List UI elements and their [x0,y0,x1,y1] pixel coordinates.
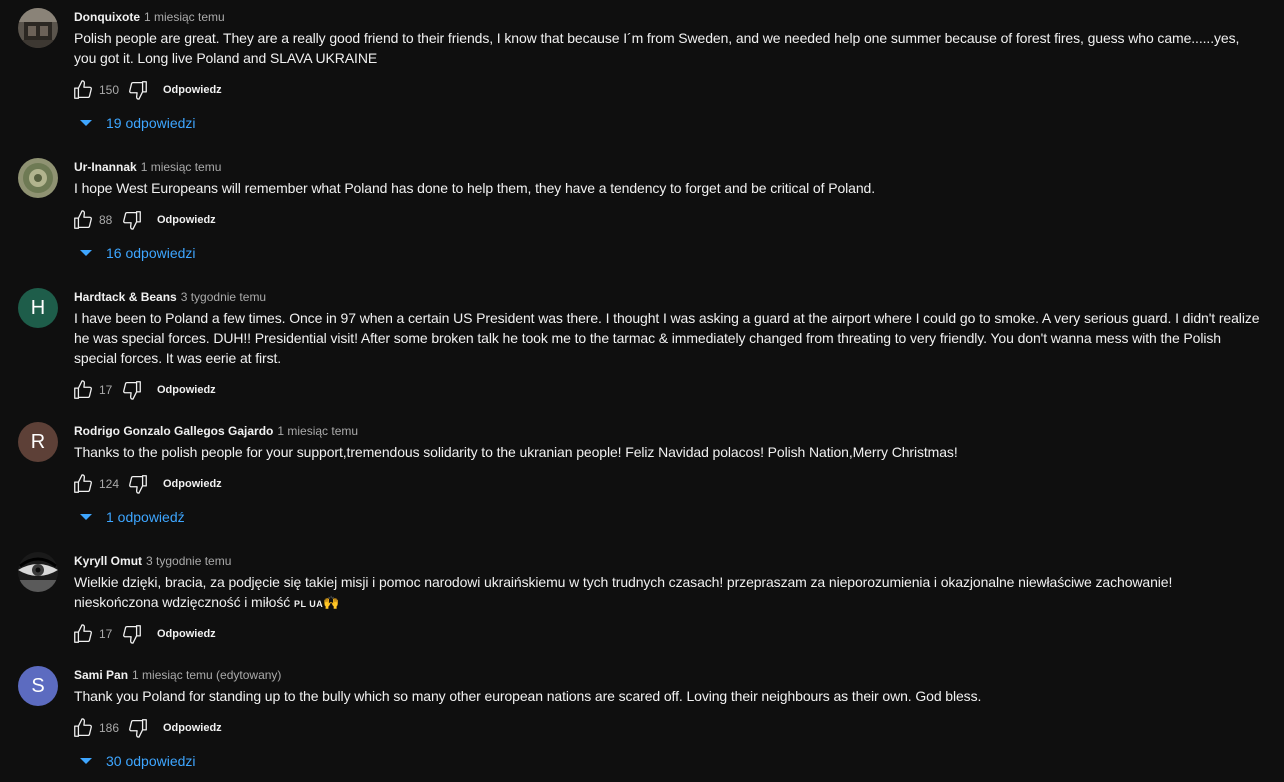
comment-text: Thanks to the polish people for your sup… [74,444,958,460]
comment-text: I hope West Europeans will remember what… [74,180,875,196]
avatar[interactable] [18,158,58,198]
view-replies-button[interactable]: 30 odpowiedzi [78,750,196,772]
thumbs-up-icon [74,474,92,493]
thumbs-up-icon [74,80,92,99]
replies-count: 19 odpowiedzi [106,115,196,131]
comment-time[interactable]: 3 tygodnie temu [146,554,231,568]
like-count: 17 [99,383,113,397]
comment-author[interactable]: Hardtack & Beans [74,290,177,304]
raised-hands-emoji: 🙌 [323,595,340,610]
comment-text: Wielkie dzięki, bracia, za podjęcie się … [74,572,1260,614]
like-count: 150 [99,83,120,97]
comment-actions: 17 Odpowiedz [72,378,216,402]
avatar[interactable] [18,552,58,592]
avatar[interactable]: H [18,288,58,328]
avatar[interactable]: S [18,666,58,706]
view-replies-button[interactable]: 19 odpowiedzi [78,112,196,134]
comment-body: Ur-Inannak 1 miesiąc temu I hope West Eur… [74,158,1260,198]
comment-body: Rodrigo Gonzalo Gallegos Gajardo 1 miesią… [74,422,1260,462]
avatar-letter: S [31,674,45,697]
thumbs-down-icon [129,475,147,494]
comments-section: Donquixote 1 miesiąc temu Polish people a… [0,0,1284,782]
caret-down-icon [80,120,92,126]
comment-actions: 186 Odpowiedz [72,716,222,740]
avatar-letter: R [30,430,46,453]
comment-author[interactable]: Kyryll Omut [74,554,142,568]
comment-text: I have been to Poland a few times. Once … [74,310,1260,366]
reply-button[interactable]: Odpowiedz [157,384,216,396]
comment-time[interactable]: 1 miesiąc temu [144,10,225,24]
like-count: 17 [99,627,113,641]
comment-time[interactable]: 3 tygodnie temu [181,290,266,304]
comment-actions: 124 Odpowiedz [72,472,222,496]
caret-down-icon [80,250,92,256]
thumbs-down-icon [129,719,147,738]
thumbs-down-icon [129,81,147,100]
like-count: 186 [99,721,120,735]
dislike-button[interactable] [121,623,143,645]
ur-inannak-avatar-image [18,158,58,198]
like-button[interactable] [72,379,94,401]
comment-body: Donquixote 1 miesiąc temu Polish people a… [74,8,1260,68]
comment-text: Thank you Poland for standing up to the … [74,688,982,704]
comment-actions: 17 Odpowiedz [72,622,216,646]
view-replies-button[interactable]: 1 odpowiedź [78,506,185,528]
replies-count: 16 odpowiedzi [106,245,196,261]
replies-count: 30 odpowiedzi [106,753,196,769]
like-count: 124 [99,477,120,491]
view-replies-button[interactable]: 16 odpowiedzi [78,242,196,264]
avatar-letter: H [30,296,46,319]
dislike-button[interactable] [127,473,149,495]
comment-author[interactable]: Ur-Inannak [74,160,137,174]
comment-text-content: Wielkie dzięki, bracia, za podjęcie się … [74,574,1173,610]
like-button[interactable] [72,79,94,101]
avatar[interactable]: R [18,422,58,462]
dislike-button[interactable] [127,717,149,739]
caret-down-icon [80,758,92,764]
like-button[interactable] [72,623,94,645]
thumbs-up-icon [74,380,92,399]
reply-button[interactable]: Odpowiedz [163,478,222,490]
like-button[interactable] [72,717,94,739]
thumbs-down-icon [123,625,141,644]
comment-body: Hardtack & Beans 3 tygodnie temu I have b… [74,288,1260,368]
dislike-button[interactable] [127,79,149,101]
comment-actions: 150 Odpowiedz [72,78,222,102]
comment-author[interactable]: Sami Pan [74,668,128,682]
comment-author[interactable]: Donquixote [74,10,140,24]
caret-down-icon [80,514,92,520]
comment-time[interactable]: 1 miesiąc temu [141,160,222,174]
comment-body: Sami Pan 1 miesiąc temu (edytowany) Thank… [74,666,1260,706]
reply-button[interactable]: Odpowiedz [157,214,216,226]
comment-time[interactable]: 1 miesiąc temu [277,424,358,438]
reply-button[interactable]: Odpowiedz [163,84,222,96]
thumbs-up-icon [74,624,92,643]
thumbs-up-icon [74,210,92,229]
comment-time[interactable]: 1 miesiąc temu (edytowany) [132,668,281,682]
like-button[interactable] [72,209,94,231]
thumbs-down-icon [123,211,141,230]
comment-actions: 88 Odpowiedz [72,208,216,232]
flag-emojis: PL UA [293,599,324,609]
like-count: 88 [99,213,113,227]
kyryll-omut-avatar-image [18,552,58,592]
dislike-button[interactable] [121,379,143,401]
dislike-button[interactable] [121,209,143,231]
thumbs-up-icon [74,718,92,737]
comment-body: Kyryll Omut 3 tygodnie temu Wielkie dzięk… [74,552,1260,614]
comment-text: Polish people are great. They are a real… [74,30,1240,66]
avatar[interactable] [18,8,58,48]
replies-count: 1 odpowiedź [106,509,185,525]
comment-author[interactable]: Rodrigo Gonzalo Gallegos Gajardo [74,424,273,438]
reply-button[interactable]: Odpowiedz [157,628,216,640]
thumbs-down-icon [123,381,141,400]
reply-button[interactable]: Odpowiedz [163,722,222,734]
like-button[interactable] [72,473,94,495]
donquixote-avatar-image [18,8,58,48]
